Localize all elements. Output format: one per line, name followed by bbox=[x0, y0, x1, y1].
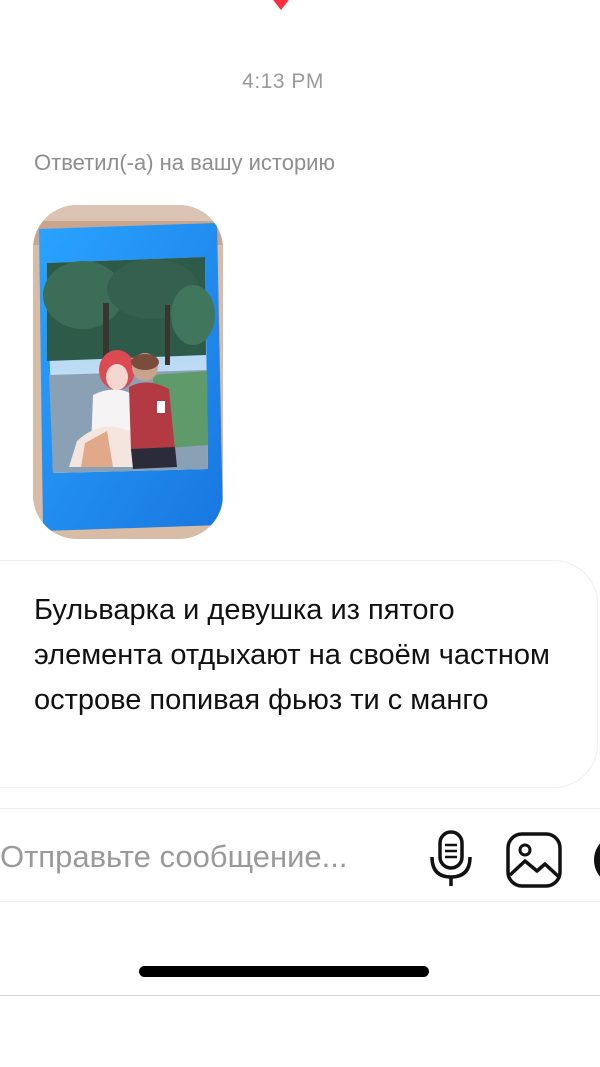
sticker-icon[interactable] bbox=[590, 831, 600, 889]
story-thumbnail[interactable] bbox=[33, 205, 223, 539]
bottom-divider bbox=[0, 995, 600, 996]
message-timestamp: 4:13 PM bbox=[242, 70, 324, 93]
heart-icon bbox=[273, 0, 289, 10]
microphone-icon[interactable] bbox=[428, 829, 474, 889]
home-indicator[interactable] bbox=[139, 966, 429, 977]
message-text: Бульварка и девушка из пятого элемента о… bbox=[34, 594, 550, 716]
message-composer bbox=[0, 808, 600, 902]
message-input[interactable] bbox=[0, 837, 410, 877]
gallery-icon[interactable] bbox=[505, 831, 563, 889]
story-photo bbox=[33, 205, 223, 539]
story-reply-label: Ответил(-а) на вашу историю bbox=[34, 150, 335, 175]
